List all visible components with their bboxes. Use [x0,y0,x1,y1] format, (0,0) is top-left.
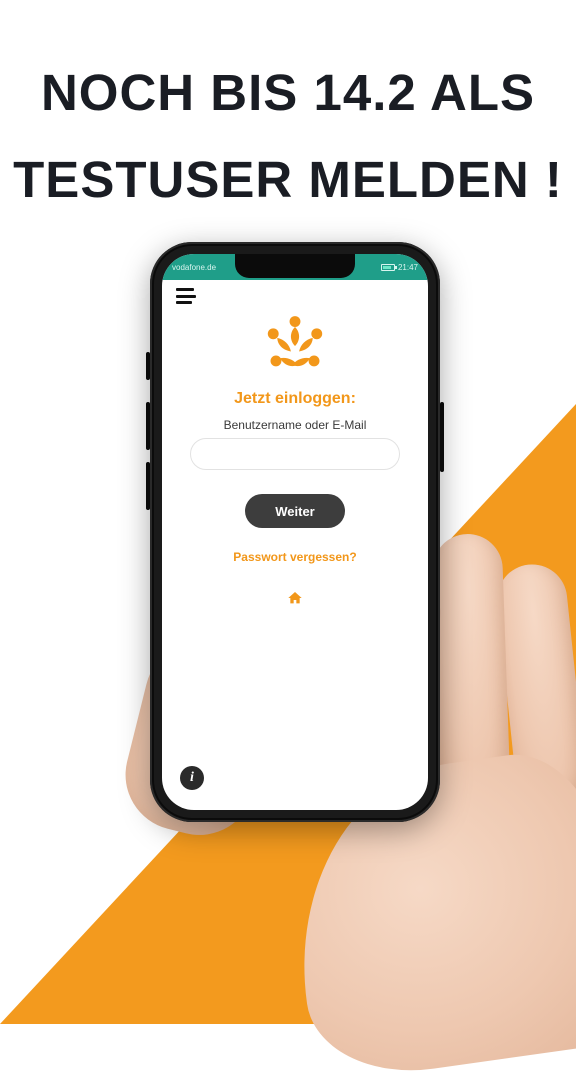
username-input[interactable] [190,438,399,470]
continue-button[interactable]: Weiter [245,494,345,528]
phone-screen: vodafone.de 21:47 [162,254,428,810]
phone-mockup: vodafone.de 21:47 [150,242,440,822]
menu-icon[interactable] [176,288,196,304]
username-label: Benutzername oder E-Mail [176,418,414,432]
promo-headline: Noch bis 14.2 als Testuser melden ! [0,50,576,223]
app-logo [259,310,331,382]
carrier-label: vodafone.de [172,263,216,272]
info-icon[interactable]: i [180,766,204,790]
headline-line-1: Noch bis 14.2 als [0,50,576,137]
phone-notch [235,254,355,278]
headline-line-2: Testuser melden ! [0,137,576,224]
battery-icon [381,264,395,271]
home-icon[interactable] [176,590,414,606]
forgot-password-link[interactable]: Passwort vergessen? [176,550,414,564]
clock-label: 21:47 [398,263,418,272]
login-title: Jetzt einloggen: [176,390,414,408]
